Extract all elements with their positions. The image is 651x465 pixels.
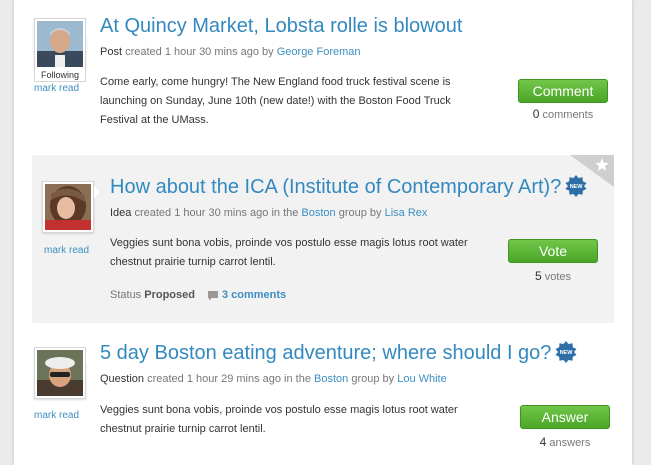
comment-bubble-icon — [207, 290, 218, 301]
avatar-photo — [37, 21, 83, 67]
avatar-photo — [45, 184, 91, 230]
post-type: Post — [100, 46, 123, 58]
post-title[interactable]: How about the ICA (Institute of Contempo… — [110, 174, 587, 199]
avatar[interactable] — [34, 347, 92, 399]
comments-link[interactable]: 3 comments — [222, 289, 286, 301]
mark-read-link[interactable]: mark read — [34, 83, 79, 94]
new-badge-text: NEW — [570, 184, 584, 190]
author-link[interactable]: George Foreman — [277, 46, 361, 58]
post-meta: Question created 1 hour 29 mins ago in t… — [100, 373, 447, 385]
meta-group-suffix: group by — [335, 207, 385, 219]
count-label: comments — [539, 109, 594, 121]
post-title-text: 5 day Boston eating adventure; where sho… — [100, 342, 552, 364]
feed-item-idea: mark read How about the ICA (Institute o… — [32, 155, 614, 323]
post-title-text: How about the ICA (Institute of Contempo… — [110, 176, 562, 198]
meta-created: created 1 hour 29 mins ago in the — [144, 373, 315, 385]
feed-item-question: mark read 5 day Boston eating adventure;… — [14, 330, 632, 465]
count-label: answers — [546, 437, 591, 449]
status-line: Status Proposed 3 comments — [110, 289, 286, 301]
answer-count: 4 answers — [520, 435, 610, 449]
feed-item-post: Following mark read At Quincy Market, Lo… — [14, 0, 632, 150]
post-body: Veggies sunt bona vobis, proinde vos pos… — [100, 404, 458, 435]
group-link[interactable]: Boston — [314, 373, 348, 385]
group-link[interactable]: Boston — [301, 207, 335, 219]
following-label: Following — [34, 69, 86, 82]
post-body: Veggies sunt bona vobis, proinde vos pos… — [110, 237, 468, 268]
vote-button[interactable]: Vote — [508, 239, 598, 263]
answer-button[interactable]: Answer — [520, 405, 610, 429]
new-badge-icon: NEW — [565, 174, 587, 197]
meta-group-suffix: group by — [348, 373, 398, 385]
comment-button[interactable]: Comment — [518, 79, 608, 103]
status-label: Status — [110, 289, 145, 301]
post-title[interactable]: At Quincy Market, Lobsta rolle is blowou… — [100, 15, 462, 38]
mark-read-link[interactable]: mark read — [34, 410, 79, 421]
post-meta: Post created 1 hour 30 mins ago by Georg… — [100, 46, 361, 58]
comment-count: 0 comments — [518, 107, 608, 121]
author-link[interactable]: Lou White — [397, 373, 447, 385]
vote-count: 5 votes — [508, 269, 598, 283]
mark-read-link[interactable]: mark read — [44, 245, 89, 256]
meta-created: created 1 hour 30 mins ago by — [122, 46, 277, 58]
post-body: Come early, come hungry! The New England… — [100, 76, 451, 126]
avatar-photo — [37, 350, 83, 396]
count-number: 5 — [534, 269, 542, 283]
post-type: Question — [100, 373, 145, 385]
count-label: votes — [541, 271, 572, 283]
meta-created: created 1 hour 30 mins ago in the — [131, 207, 302, 219]
post-meta: Idea created 1 hour 30 mins ago in the B… — [110, 207, 427, 219]
avatar[interactable] — [42, 181, 100, 233]
post-type: Idea — [110, 207, 132, 219]
author-link[interactable]: Lisa Rex — [385, 207, 428, 219]
avatar[interactable]: Following — [34, 18, 92, 82]
new-badge-text: NEW — [560, 350, 574, 356]
status-value: Proposed — [144, 289, 195, 301]
activity-feed: Following mark read At Quincy Market, Lo… — [14, 0, 632, 465]
post-title[interactable]: 5 day Boston eating adventure; where sho… — [100, 340, 577, 365]
new-badge-icon: NEW — [555, 340, 577, 363]
